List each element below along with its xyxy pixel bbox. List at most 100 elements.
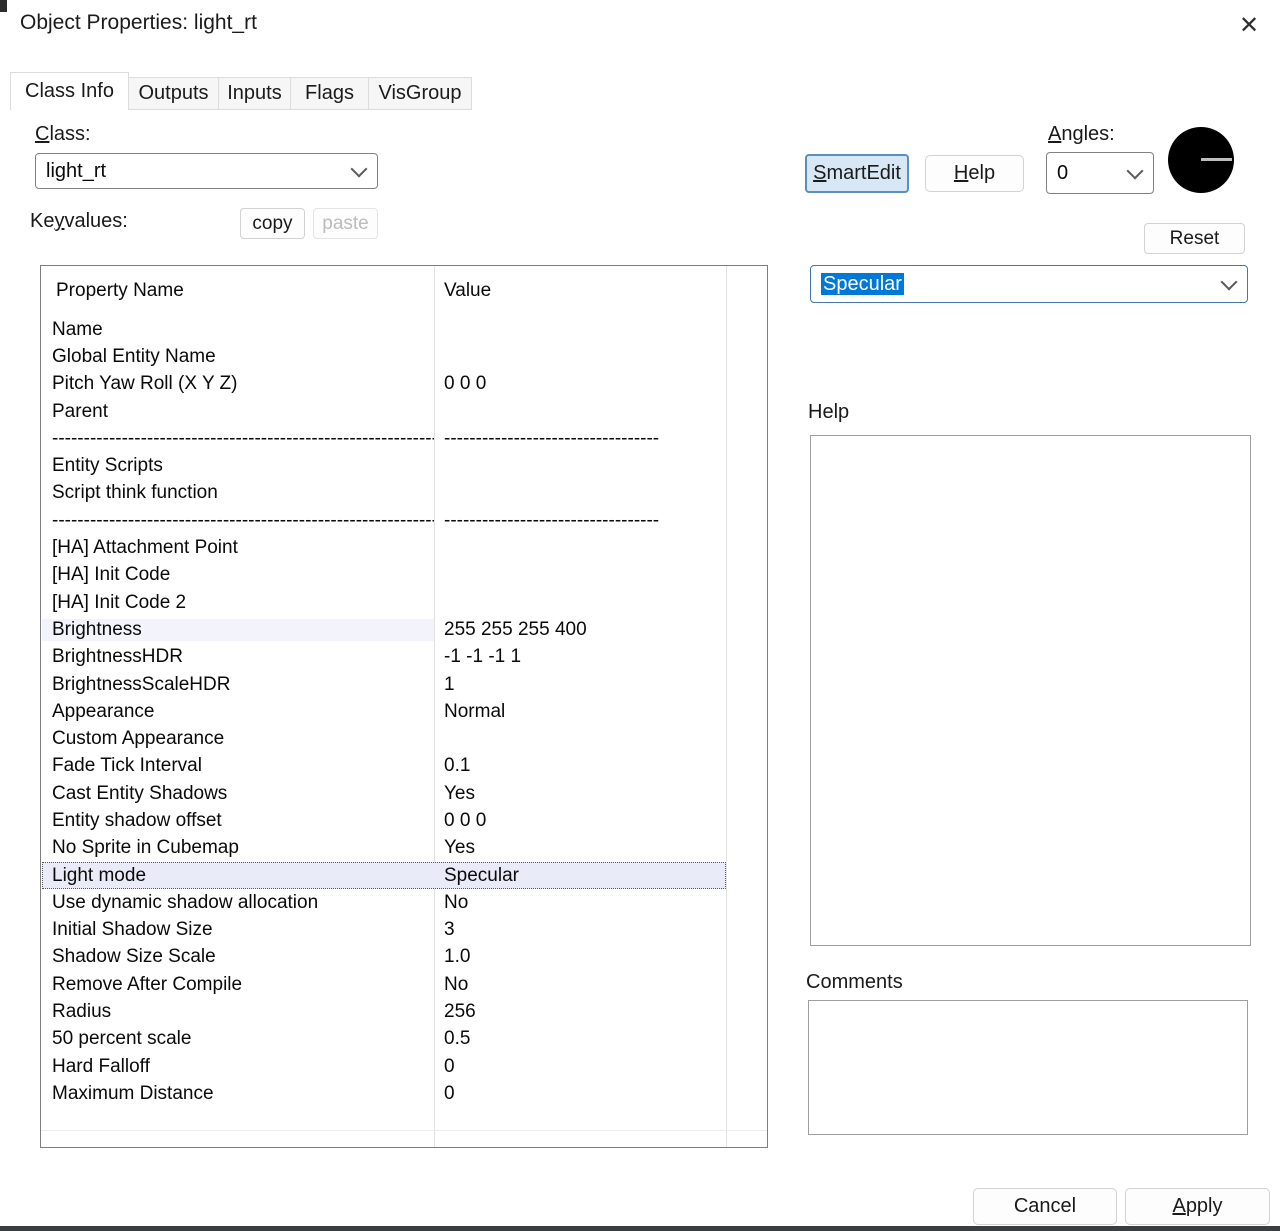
- property-row[interactable]: Global Entity Name: [42, 343, 726, 370]
- table-bottom-line: [41, 1130, 767, 1131]
- angles-dropdown[interactable]: 0: [1046, 152, 1154, 194]
- angle-line: [1201, 158, 1232, 161]
- property-row[interactable]: Parent: [42, 398, 726, 425]
- property-row[interactable]: Name: [42, 316, 726, 343]
- property-name-cell: Remove After Compile: [42, 974, 434, 996]
- property-row[interactable]: Fade Tick Interval0.1: [42, 753, 726, 780]
- property-name-cell: Radius: [42, 1001, 434, 1023]
- property-name-cell: BrightnessScaleHDR: [42, 674, 434, 696]
- tab-visgroup[interactable]: VisGroup: [369, 77, 472, 110]
- property-value-cell: 1.0: [434, 946, 726, 968]
- property-name-cell: Entity shadow offset: [42, 810, 434, 832]
- property-name-cell: [HA] Init Code: [42, 564, 434, 586]
- smartedit-button[interactable]: SmartEdit: [805, 154, 909, 193]
- property-name-cell: Light mode: [42, 865, 434, 887]
- property-name-cell: Custom Appearance: [42, 728, 434, 750]
- property-name-cell: Cast Entity Shadows: [42, 783, 434, 805]
- property-name-cell: [HA] Attachment Point: [42, 537, 434, 559]
- comments-panel-label: Comments: [806, 971, 903, 994]
- property-row[interactable]: Script think function: [42, 480, 726, 507]
- property-row[interactable]: 50 percent scale0.5: [42, 1026, 726, 1053]
- angle-indicator[interactable]: [1168, 127, 1234, 193]
- property-row[interactable]: Cast Entity ShadowsYes: [42, 780, 726, 807]
- property-value-cell: 0 0 0: [434, 810, 726, 832]
- window-bottom-edge: [0, 1226, 1280, 1231]
- property-row[interactable]: [HA] Init Code: [42, 562, 726, 589]
- property-value-cell: Normal: [434, 701, 726, 723]
- property-row[interactable]: Initial Shadow Size3: [42, 917, 726, 944]
- property-name-cell: Script think function: [42, 482, 434, 504]
- property-name-cell: Shadow Size Scale: [42, 946, 434, 968]
- close-icon[interactable]: ✕: [1232, 8, 1266, 42]
- property-row[interactable]: Pitch Yaw Roll (X Y Z)0 0 0: [42, 371, 726, 398]
- property-row[interactable]: Brightness255 255 255 400: [42, 616, 726, 643]
- property-name-cell: Entity Scripts: [42, 455, 434, 477]
- property-row[interactable]: Hard Falloff0: [42, 1053, 726, 1080]
- copy-button[interactable]: copy: [240, 208, 305, 239]
- property-separator-row[interactable]: ----------------------------------------…: [42, 507, 726, 534]
- property-row[interactable]: Remove After CompileNo: [42, 971, 726, 998]
- window-corner-artifact: [0, 0, 7, 12]
- property-name-header: Property Name: [56, 280, 184, 302]
- property-value-cell: 0 0 0: [434, 373, 726, 395]
- chevron-down-icon: [351, 160, 368, 177]
- property-name-cell: No Sprite in Cubemap: [42, 837, 434, 859]
- property-name-cell: Hard Falloff: [42, 1056, 434, 1078]
- property-row[interactable]: BrightnessScaleHDR1: [42, 671, 726, 698]
- angles-label: Angles:: [1048, 123, 1115, 146]
- tab-label: VisGroup: [378, 82, 461, 105]
- property-value-cell: No: [434, 974, 726, 996]
- property-value-header: Value: [444, 280, 491, 302]
- object-properties-dialog: Object Properties: light_rt ✕ Class Info…: [0, 0, 1280, 1231]
- property-row[interactable]: AppearanceNormal: [42, 698, 726, 725]
- help-button[interactable]: Help: [925, 155, 1024, 192]
- tab-strip: Class Info Outputs Inputs Flags VisGroup: [10, 72, 472, 110]
- property-value-cell: 0: [434, 1083, 726, 1105]
- property-row[interactable]: [HA] Init Code 2: [42, 589, 726, 616]
- property-value-cell: 0.5: [434, 1028, 726, 1050]
- chevron-down-icon: [1127, 162, 1144, 179]
- help-button-label: Help: [954, 162, 995, 185]
- property-value-cell: -1 -1 -1 1: [434, 646, 726, 668]
- property-row[interactable]: Use dynamic shadow allocationNo: [42, 889, 726, 916]
- help-panel-label: Help: [808, 401, 849, 424]
- keyvalue-edit-dropdown[interactable]: Specular: [810, 265, 1248, 303]
- tab-label: Flags: [305, 82, 354, 105]
- property-row[interactable]: Light modeSpecular: [42, 862, 726, 889]
- property-value-cell: Yes: [434, 837, 726, 859]
- tab-label: Inputs: [227, 82, 281, 105]
- reset-button[interactable]: Reset: [1144, 223, 1245, 254]
- cancel-button[interactable]: Cancel: [973, 1188, 1117, 1225]
- property-name-cell: ----------------------------------------…: [42, 428, 434, 450]
- tab-inputs[interactable]: Inputs: [219, 77, 291, 110]
- class-dropdown[interactable]: light_rt: [35, 153, 378, 189]
- comments-input[interactable]: [808, 1000, 1248, 1135]
- property-row[interactable]: Maximum Distance0: [42, 1080, 726, 1107]
- property-row[interactable]: Radius256: [42, 998, 726, 1025]
- property-row[interactable]: BrightnessHDR-1 -1 -1 1: [42, 644, 726, 671]
- tab-flags[interactable]: Flags: [291, 77, 369, 110]
- property-table-body: Name Global Entity Name Pitch Yaw Roll (X …: [42, 316, 766, 1108]
- property-row[interactable]: [HA] Attachment Point: [42, 534, 726, 561]
- property-name-cell: Parent: [42, 401, 434, 423]
- property-row[interactable]: Entity shadow offset0 0 0: [42, 807, 726, 834]
- apply-label: Apply: [1172, 1195, 1222, 1218]
- tab-outputs[interactable]: Outputs: [129, 77, 219, 110]
- property-name-cell: Initial Shadow Size: [42, 919, 434, 941]
- help-text-box: [810, 435, 1251, 946]
- property-row[interactable]: Entity Scripts: [42, 452, 726, 479]
- class-dropdown-value: light_rt: [46, 160, 353, 183]
- apply-button[interactable]: Apply: [1125, 1188, 1270, 1225]
- property-row[interactable]: Custom Appearance: [42, 725, 726, 752]
- class-label: Class:: [35, 123, 91, 146]
- property-name-cell: [HA] Init Code 2: [42, 592, 434, 614]
- paste-button: paste: [313, 208, 378, 239]
- tab-class-info[interactable]: Class Info: [10, 72, 129, 110]
- property-row[interactable]: No Sprite in CubemapYes: [42, 835, 726, 862]
- property-table[interactable]: Property Name Value Name Global Entity Na…: [40, 265, 768, 1148]
- property-name-cell: Global Entity Name: [42, 346, 434, 368]
- property-row[interactable]: Shadow Size Scale1.0: [42, 944, 726, 971]
- property-name-cell: BrightnessHDR: [42, 646, 434, 668]
- property-separator-row[interactable]: ----------------------------------------…: [42, 425, 726, 452]
- property-value-cell: 3: [434, 919, 726, 941]
